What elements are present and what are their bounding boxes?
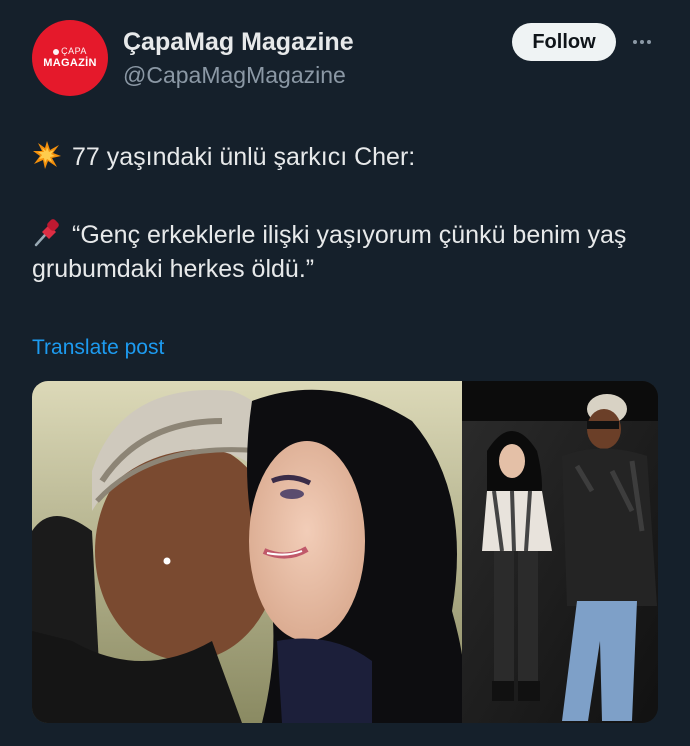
post-text-line2: “Genç erkeklerle ilişki yaşıyorum çünkü … — [32, 218, 652, 286]
logo-dot-icon — [53, 48, 60, 55]
post-line2: “Genç erkeklerle ilişki yaşıyorum çünkü … — [32, 221, 627, 283]
avatar-logo-top: ÇAPA — [61, 46, 87, 56]
pushpin-emoji-icon — [34, 219, 59, 247]
author-handle[interactable]: @CapaMagMagazine — [123, 62, 346, 89]
avatar-logo-bottom: MAGAZİN — [43, 57, 97, 69]
photo-collage — [32, 381, 658, 723]
translate-post-link[interactable]: Translate post — [32, 336, 164, 360]
avatar[interactable]: ÇAPA MAGAZİN — [32, 20, 108, 96]
post-image[interactable] — [32, 381, 658, 723]
collision-emoji-icon — [33, 141, 61, 169]
follow-button[interactable]: Follow — [512, 23, 616, 61]
post-line1: 77 yaşındaki ünlü şarkıcı Cher: — [72, 143, 416, 171]
more-options-icon[interactable] — [626, 28, 658, 56]
author-name[interactable]: ÇapaMag Magazine — [123, 28, 354, 57]
post-text-line1: 77 yaşındaki ünlü şarkıcı Cher: — [32, 140, 652, 174]
